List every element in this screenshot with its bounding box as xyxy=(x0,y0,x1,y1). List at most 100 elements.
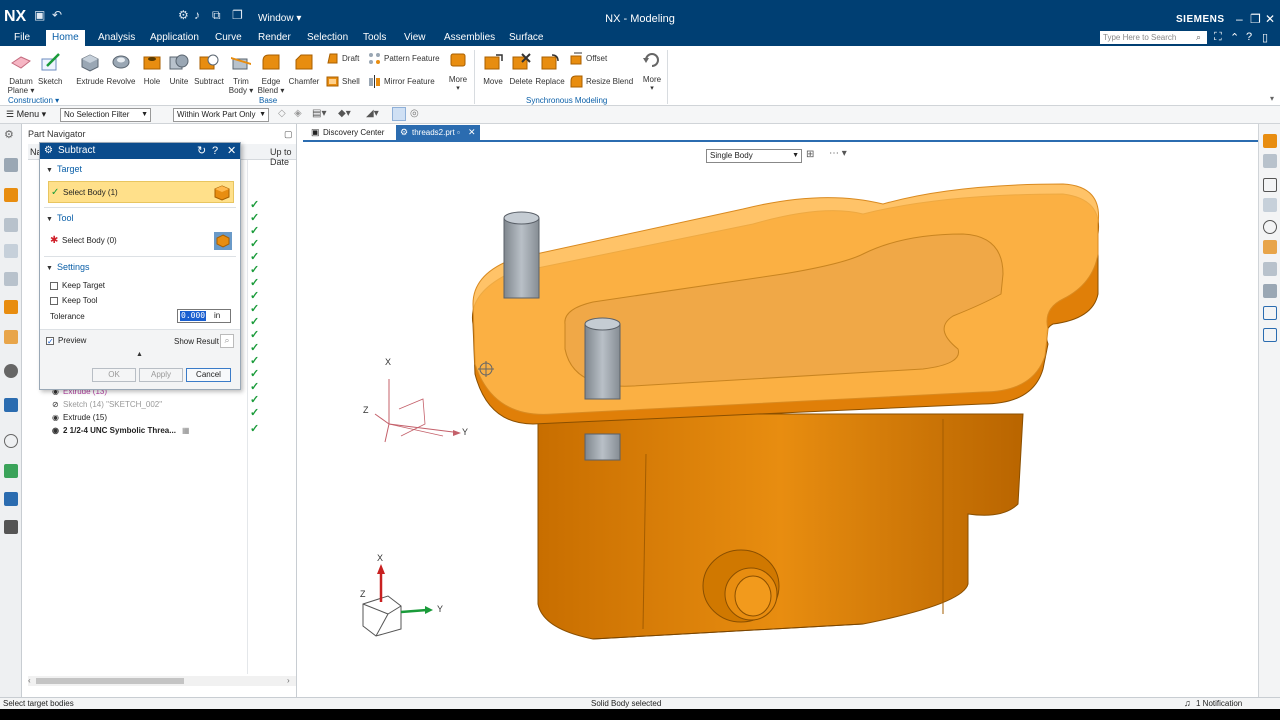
maximize-panel-icon[interactable]: ▢ xyxy=(284,129,293,140)
keep-target-checkbox[interactable]: Keep Target xyxy=(50,281,105,290)
section-view-icon[interactable] xyxy=(1263,284,1277,298)
checkbox-checked-icon[interactable]: ✓ xyxy=(46,336,54,345)
sketch-button[interactable]: Sketch xyxy=(38,51,62,86)
model-viewport[interactable] xyxy=(303,124,1258,697)
tools-icon[interactable] xyxy=(4,520,18,534)
sync-more-button[interactable]: More ▾ xyxy=(640,49,664,93)
extrude-button[interactable]: Extrude xyxy=(76,51,104,86)
tree-row-sketch-14[interactable]: ⊘ Sketch (14) "SKETCH_002" xyxy=(52,400,162,409)
snap-point-icon[interactable]: ◇ xyxy=(278,108,286,119)
hole-button[interactable]: Hole xyxy=(140,51,164,86)
close-icon[interactable]: ✕ xyxy=(1265,12,1275,26)
history-icon[interactable] xyxy=(4,364,18,378)
cylinder-view-icon[interactable] xyxy=(1263,154,1277,168)
tab-surface[interactable]: Surface xyxy=(503,30,549,46)
tab-file[interactable]: File xyxy=(8,30,36,46)
show-hide-icon[interactable] xyxy=(1263,220,1277,234)
web-browser-icon[interactable] xyxy=(4,330,18,344)
main-menu-button[interactable]: ☰ Menu ▾ xyxy=(6,109,46,120)
scrollbar-thumb[interactable] xyxy=(36,678,184,684)
close-icon[interactable]: ✕ xyxy=(227,143,236,159)
pattern-feature-button[interactable]: Pattern Feature xyxy=(368,52,440,66)
rotate-view-icon[interactable] xyxy=(1263,198,1277,212)
tab-home[interactable]: Home xyxy=(46,30,85,46)
eye-icon[interactable]: ◉ xyxy=(52,413,61,422)
offset-region-button[interactable]: Offset xyxy=(570,52,607,66)
graphics-window[interactable]: ▣ Discovery Center ⚙ threads2.prt ▫ ✕ Single… xyxy=(303,124,1258,697)
keep-tool-checkbox[interactable]: Keep Tool xyxy=(50,296,97,305)
hd3d-tools-icon[interactable] xyxy=(4,300,18,314)
datum-plane-button[interactable]: Datum Plane ▾ xyxy=(6,51,36,95)
datum-csys[interactable] xyxy=(374,379,461,443)
eye-icon[interactable]: ◉ xyxy=(52,426,61,435)
construction-group-label[interactable]: Construction ▾ xyxy=(8,96,59,105)
move-face-button[interactable]: Move xyxy=(480,51,506,86)
notification-count[interactable]: 1 Notification xyxy=(1196,698,1242,709)
help-icon[interactable]: ? xyxy=(1246,31,1252,43)
tab-view[interactable]: View xyxy=(398,30,432,46)
snap-view-icon[interactable] xyxy=(1263,328,1277,342)
restore-icon[interactable]: ❐ xyxy=(1250,12,1261,26)
target-section-header[interactable]: ▼ Target xyxy=(46,164,82,174)
tab-assemblies[interactable]: Assemblies xyxy=(438,30,501,46)
magnifier-icon[interactable]: ⌕ xyxy=(220,334,234,348)
tab-render[interactable]: Render xyxy=(252,30,297,46)
tab-curve[interactable]: Curve xyxy=(209,30,248,46)
settings-gear-icon[interactable]: ⚙ xyxy=(4,128,18,142)
uptodate-column-header[interactable]: Up to Date xyxy=(270,147,296,167)
selection-scope-dropdown[interactable]: Within Work Part Only ▼ xyxy=(173,108,269,122)
tree-row-thread[interactable]: ◉ 2 1/2-4 UNC Symbolic Threa... ▦ xyxy=(52,426,190,435)
dialog-gear-icon[interactable]: ⚙ xyxy=(44,143,53,159)
constraint-navigator-icon[interactable] xyxy=(4,218,18,232)
reuse-library-icon[interactable] xyxy=(4,272,18,286)
tab-application[interactable]: Application xyxy=(144,30,205,46)
part-navigator-icon[interactable] xyxy=(4,158,18,172)
solid-body-icon[interactable] xyxy=(213,184,231,202)
ribbon-expand-icon[interactable]: ▾ xyxy=(1270,94,1274,103)
solid-select-icon[interactable]: ◎ xyxy=(410,108,419,119)
reset-icon[interactable]: ↻ xyxy=(197,143,206,159)
process-studio-icon[interactable] xyxy=(4,464,18,478)
ok-button[interactable]: OK xyxy=(92,368,136,382)
filter-icon[interactable]: ◈ xyxy=(294,108,302,119)
shell-button[interactable]: Shell xyxy=(326,75,360,89)
system-materials-icon[interactable] xyxy=(4,398,18,412)
shaded-view-icon[interactable] xyxy=(1263,134,1277,148)
tool-select-body[interactable]: ✱ Select Body (0) xyxy=(48,230,234,252)
checkbox-box[interactable] xyxy=(50,296,58,305)
notification-bell-icon[interactable] xyxy=(4,244,18,258)
orient-view-icon[interactable] xyxy=(1263,262,1277,276)
apply-button[interactable]: Apply xyxy=(139,368,183,382)
highlight-select-icon[interactable] xyxy=(392,107,406,121)
search-icon[interactable]: ⌕ xyxy=(1196,32,1201,43)
clock-icon[interactable] xyxy=(4,434,18,448)
minimize-icon[interactable]: – xyxy=(1236,12,1243,26)
cancel-button[interactable]: Cancel xyxy=(186,368,231,382)
wcs-icon[interactable] xyxy=(1263,306,1277,320)
tree-row-extrude-15[interactable]: ◉ Extrude (15) xyxy=(52,413,107,422)
tool-section-header[interactable]: ▼ Tool xyxy=(46,213,73,223)
subtract-button[interactable]: Subtract xyxy=(194,51,224,86)
fit-view-icon[interactable] xyxy=(1263,178,1277,192)
tab-tools[interactable]: Tools xyxy=(357,30,392,46)
roles-icon[interactable] xyxy=(4,492,18,506)
eye-hidden-icon[interactable]: ⊘ xyxy=(52,400,61,409)
selection-filter-dropdown[interactable]: No Selection Filter ▼ xyxy=(60,108,151,122)
scroll-left-icon[interactable]: ‹ xyxy=(28,676,31,685)
horizontal-scrollbar[interactable] xyxy=(28,676,296,686)
help-icon[interactable]: ? xyxy=(212,143,218,159)
ribbon-options-icon[interactable]: ▯ xyxy=(1262,31,1268,44)
checkbox-box[interactable] xyxy=(50,281,58,290)
feature-select-icon[interactable]: ▤▾ xyxy=(312,108,326,119)
cylinder-tool-1[interactable] xyxy=(503,217,540,299)
scroll-right-icon[interactable]: › xyxy=(287,676,290,685)
replace-face-button[interactable]: Replace xyxy=(535,51,565,86)
bell-icon[interactable]: ♫ xyxy=(1184,698,1191,709)
command-search-input[interactable]: Type Here to Search xyxy=(1100,31,1207,44)
tolerance-input[interactable]: 0.000 in xyxy=(177,309,231,323)
tab-analysis[interactable]: Analysis xyxy=(92,30,141,46)
body-select-icon[interactable]: ◆▾ xyxy=(338,108,351,119)
collapse-up-icon[interactable]: ▲ xyxy=(136,351,143,358)
target-select-body[interactable]: ✓ Select Body (1) xyxy=(48,181,234,203)
view-triad[interactable] xyxy=(362,564,433,637)
